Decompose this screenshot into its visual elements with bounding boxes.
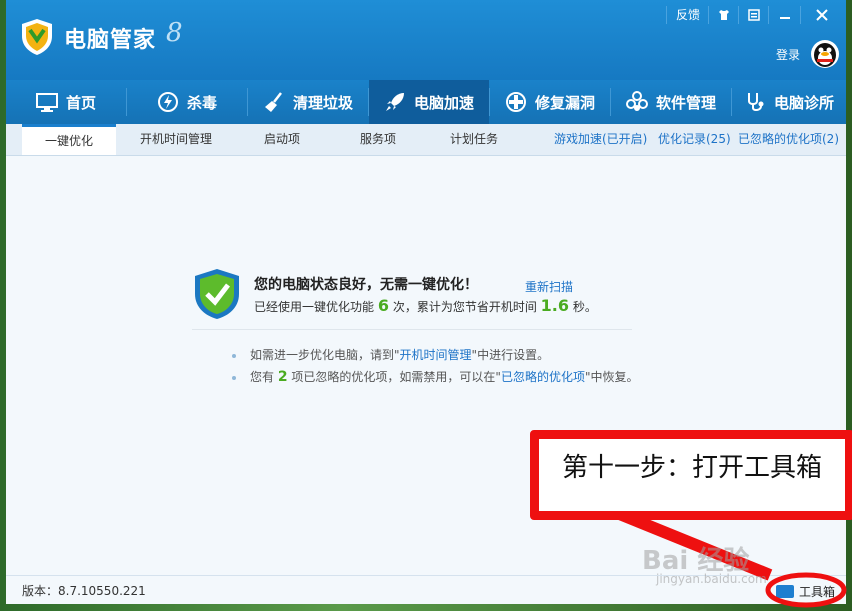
game-boost-link[interactable]: 游戏加速(已开启): [554, 124, 647, 155]
menu-button[interactable]: [742, 4, 766, 26]
avatar[interactable]: [811, 40, 839, 68]
nav-software[interactable]: 软件管理: [611, 80, 731, 124]
annotation-text: 第十一步：打开工具箱: [561, 453, 822, 483]
summary-text: 次，累计为您节省开机时间: [392, 300, 537, 314]
nav-home[interactable]: 首页: [6, 80, 126, 124]
toolbox-label: 工具箱: [799, 585, 836, 599]
status-title: 您的电脑状态良好，无需一键优化！: [254, 277, 478, 293]
title-divider: [738, 6, 739, 24]
boot-time-link[interactable]: 开机时间管理: [400, 348, 472, 362]
stethoscope-icon: [747, 93, 764, 112]
summary-text: 秒。: [572, 300, 597, 314]
minimize-icon: [780, 17, 790, 19]
tab-scheduled-tasks[interactable]: 计划任务: [434, 124, 514, 155]
shirt-icon: [719, 10, 729, 20]
nav-software-label: 软件管理: [655, 93, 716, 112]
nav-home-label: 首页: [65, 93, 96, 112]
close-icon: [816, 9, 828, 21]
tab-boot-time[interactable]: 开机时间管理: [126, 124, 226, 155]
tip-text: 项已忽略的优化项，如需禁用，可以在": [291, 370, 501, 384]
toolbox-button[interactable]: 工具箱: [776, 583, 835, 600]
minimize-button[interactable]: [772, 4, 798, 26]
nav-cleanup-label: 清理垃圾: [292, 93, 353, 112]
login-link[interactable]: 登录: [776, 46, 800, 63]
optimize-history-link[interactable]: 优化记录(25): [658, 124, 731, 155]
shield-check-icon: [195, 269, 239, 319]
app-version-mark: 8: [166, 18, 183, 48]
divider: [192, 329, 632, 330]
toolbox-icon: [776, 585, 794, 598]
broom-icon: [264, 92, 282, 112]
lightning-icon: [157, 92, 178, 112]
tip-text: 如需进一步优化电脑，请到": [250, 348, 400, 362]
patch-icon: [505, 92, 526, 112]
saved-seconds: 1.6: [540, 296, 569, 315]
feedback-button[interactable]: 反馈: [670, 4, 706, 26]
tab-startup-items[interactable]: 启动项: [242, 124, 322, 155]
flower-icon: [625, 91, 648, 111]
bullet: [232, 375, 236, 380]
monitor-icon: [35, 93, 58, 112]
nav-antivirus-label: 杀毒: [186, 93, 217, 112]
status-summary: 已经使用一键优化功能 6 次，累计为您节省开机时间 1.6 秒。: [254, 296, 597, 315]
nav-cleanup[interactable]: 清理垃圾: [248, 80, 368, 124]
nav-fix-vulnerabilities[interactable]: 修复漏洞: [490, 80, 610, 124]
title-divider: [768, 6, 769, 24]
tip-boot-time: 如需进一步优化电脑，请到"开机时间管理"中进行设置。: [232, 346, 549, 363]
rocket-icon: [385, 93, 404, 111]
version-label: 版本：8.7.10550.221: [22, 584, 146, 598]
summary-text: 已经使用一键优化功能: [254, 300, 375, 314]
nav-speedup[interactable]: 电脑加速: [369, 80, 489, 124]
rescan-link[interactable]: 重新扫描: [525, 278, 573, 295]
ignored-items-inline-link[interactable]: 已忽略的优化项: [501, 370, 585, 384]
tab-one-click-optimize[interactable]: 一键优化: [22, 124, 116, 155]
close-button[interactable]: [804, 4, 840, 26]
title-divider: [800, 6, 801, 24]
title-divider: [708, 6, 709, 24]
penguin-icon: [814, 43, 836, 67]
tip-text: "中恢复。: [584, 370, 639, 384]
skin-button[interactable]: [712, 4, 736, 26]
nav-fix-label: 修复漏洞: [534, 93, 595, 112]
tip-text: 您有: [250, 370, 275, 384]
menu-icon: [748, 9, 760, 21]
nav-antivirus[interactable]: 杀毒: [127, 80, 247, 124]
nav-speedup-label: 电脑加速: [413, 93, 474, 112]
app-logo-icon: [22, 19, 52, 55]
ignored-count: 2: [277, 369, 288, 385]
tab-services[interactable]: 服务项: [338, 124, 418, 155]
title-divider: [666, 6, 667, 24]
tip-text: "中进行设置。: [471, 348, 550, 362]
watermark-url: jingyan.baidu.com: [656, 572, 767, 586]
ignored-items-link[interactable]: 已忽略的优化项(2): [738, 124, 839, 155]
app-title: 电脑管家: [64, 28, 157, 53]
tip-ignored: 您有 2 项已忽略的优化项，如需禁用，可以在"已忽略的优化项"中恢复。: [232, 368, 639, 385]
annotation-box: 第十一步：打开工具箱: [530, 430, 852, 520]
nav-clinic-label: 电脑诊所: [773, 93, 834, 112]
optimize-count: 6: [377, 296, 389, 315]
nav-clinic[interactable]: 电脑诊所: [732, 80, 846, 124]
bullet: [232, 353, 236, 358]
